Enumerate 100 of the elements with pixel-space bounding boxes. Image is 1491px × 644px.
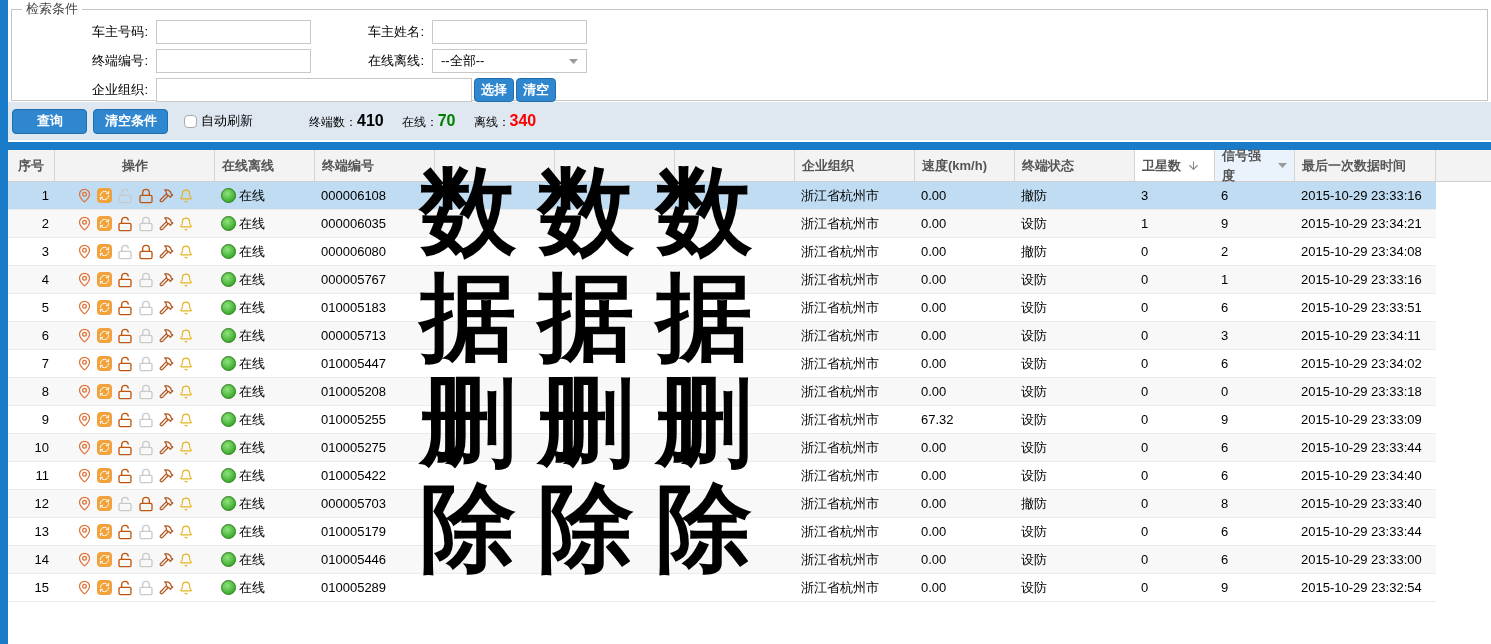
- refresh-icon[interactable]: [97, 580, 112, 595]
- lock-icon[interactable]: [138, 495, 154, 512]
- bell-icon[interactable]: [179, 440, 193, 455]
- map-pin-icon[interactable]: [77, 356, 92, 371]
- unlock-icon[interactable]: [117, 327, 133, 344]
- map-pin-icon[interactable]: [77, 580, 92, 595]
- tools-icon[interactable]: [159, 244, 174, 259]
- unlock-icon[interactable]: [117, 579, 133, 596]
- table-cell-text: 撤防: [1021, 242, 1047, 261]
- bell-icon[interactable]: [179, 468, 193, 483]
- tools-icon[interactable]: [159, 216, 174, 231]
- map-pin-icon[interactable]: [77, 300, 92, 315]
- column-header[interactable]: 信号强度: [1222, 146, 1273, 185]
- bell-icon[interactable]: [179, 272, 193, 287]
- unlock-icon[interactable]: [117, 271, 133, 288]
- small-action-button[interactable]: 清空: [516, 78, 556, 102]
- tools-icon[interactable]: [159, 356, 174, 371]
- tools-icon[interactable]: [159, 580, 174, 595]
- lock-icon[interactable]: [138, 243, 154, 260]
- map-pin-icon[interactable]: [77, 524, 92, 539]
- toolbar-button[interactable]: 清空条件: [93, 108, 168, 134]
- refresh-icon[interactable]: [97, 440, 112, 455]
- bell-icon[interactable]: [179, 496, 193, 511]
- refresh-icon[interactable]: [97, 468, 112, 483]
- bell-icon[interactable]: [179, 524, 193, 539]
- unlock-icon[interactable]: [117, 411, 133, 428]
- refresh-icon[interactable]: [97, 188, 112, 203]
- map-pin-icon[interactable]: [77, 468, 92, 483]
- unlock-icon[interactable]: [117, 383, 133, 400]
- tools-icon[interactable]: [159, 300, 174, 315]
- tools-icon[interactable]: [159, 524, 174, 539]
- table-cell-text: 浙江省杭州市: [801, 410, 879, 429]
- map-pin-icon[interactable]: [77, 496, 92, 511]
- tools-icon[interactable]: [159, 552, 174, 567]
- column-header[interactable]: 终端状态: [1022, 155, 1074, 176]
- unlock-icon[interactable]: [117, 467, 133, 484]
- column-header[interactable]: 企业组织: [802, 155, 854, 176]
- column-header[interactable]: 终端编号: [322, 155, 374, 176]
- bell-icon[interactable]: [179, 300, 193, 315]
- unlock-icon[interactable]: [117, 523, 133, 540]
- map-pin-icon[interactable]: [77, 188, 92, 203]
- map-pin-icon[interactable]: [77, 272, 92, 287]
- unlock-icon[interactable]: [117, 551, 133, 568]
- tools-icon[interactable]: [159, 440, 174, 455]
- bell-icon[interactable]: [179, 384, 193, 399]
- column-header[interactable]: 在线离线: [222, 155, 274, 176]
- tools-icon[interactable]: [159, 188, 174, 203]
- map-pin-icon[interactable]: [77, 216, 92, 231]
- bell-icon[interactable]: [179, 328, 193, 343]
- bell-icon[interactable]: [179, 244, 193, 259]
- refresh-icon[interactable]: [97, 300, 112, 315]
- unlock-icon[interactable]: [117, 299, 133, 316]
- lock-icon[interactable]: [138, 187, 154, 204]
- column-header[interactable]: 操作: [121, 155, 148, 176]
- map-pin-icon[interactable]: [77, 552, 92, 567]
- map-pin-icon[interactable]: [77, 384, 92, 399]
- table-cell-text: 0: [1141, 438, 1149, 457]
- table-cell-text: 在线: [239, 186, 265, 205]
- refresh-icon[interactable]: [97, 496, 112, 511]
- refresh-icon[interactable]: [97, 552, 112, 567]
- map-pin-icon[interactable]: [77, 328, 92, 343]
- refresh-icon[interactable]: [97, 244, 112, 259]
- bell-icon[interactable]: [179, 216, 193, 231]
- refresh-icon[interactable]: [97, 412, 112, 427]
- text-field[interactable]: [432, 20, 587, 44]
- unlock-icon[interactable]: [117, 439, 133, 456]
- refresh-icon[interactable]: [97, 384, 112, 399]
- toolbar-button[interactable]: 查询: [12, 108, 87, 134]
- tools-icon[interactable]: [159, 412, 174, 427]
- tools-icon[interactable]: [159, 496, 174, 511]
- tools-icon[interactable]: [159, 384, 174, 399]
- column-header[interactable]: 速度(km/h): [922, 155, 987, 176]
- dropdown-field[interactable]: --全部--: [432, 49, 587, 73]
- small-action-button[interactable]: 选择: [474, 78, 514, 102]
- bell-icon[interactable]: [179, 356, 193, 371]
- tools-icon[interactable]: [159, 328, 174, 343]
- refresh-icon[interactable]: [97, 216, 112, 231]
- bell-icon[interactable]: [179, 412, 193, 427]
- unlock-icon[interactable]: [117, 355, 133, 372]
- text-field[interactable]: [156, 49, 311, 73]
- bell-icon[interactable]: [179, 580, 193, 595]
- refresh-icon[interactable]: [97, 524, 112, 539]
- column-header[interactable]: 序号: [18, 155, 44, 176]
- table-cell-text: 000005767: [321, 270, 387, 289]
- map-pin-icon[interactable]: [77, 244, 92, 259]
- organization-field[interactable]: [156, 78, 472, 102]
- bell-icon[interactable]: [179, 552, 193, 567]
- refresh-icon[interactable]: [97, 328, 112, 343]
- tools-icon[interactable]: [159, 468, 174, 483]
- column-header[interactable]: 最后一次数据时间: [1302, 155, 1406, 176]
- unlock-icon[interactable]: [117, 215, 133, 232]
- map-pin-icon[interactable]: [77, 412, 92, 427]
- map-pin-icon[interactable]: [77, 440, 92, 455]
- text-field[interactable]: [156, 20, 311, 44]
- tools-icon[interactable]: [159, 272, 174, 287]
- refresh-icon[interactable]: [97, 356, 112, 371]
- checkbox[interactable]: [184, 114, 197, 128]
- refresh-icon[interactable]: [97, 272, 112, 287]
- column-menu-caret-icon[interactable]: [1278, 163, 1287, 168]
- bell-icon[interactable]: [179, 188, 193, 203]
